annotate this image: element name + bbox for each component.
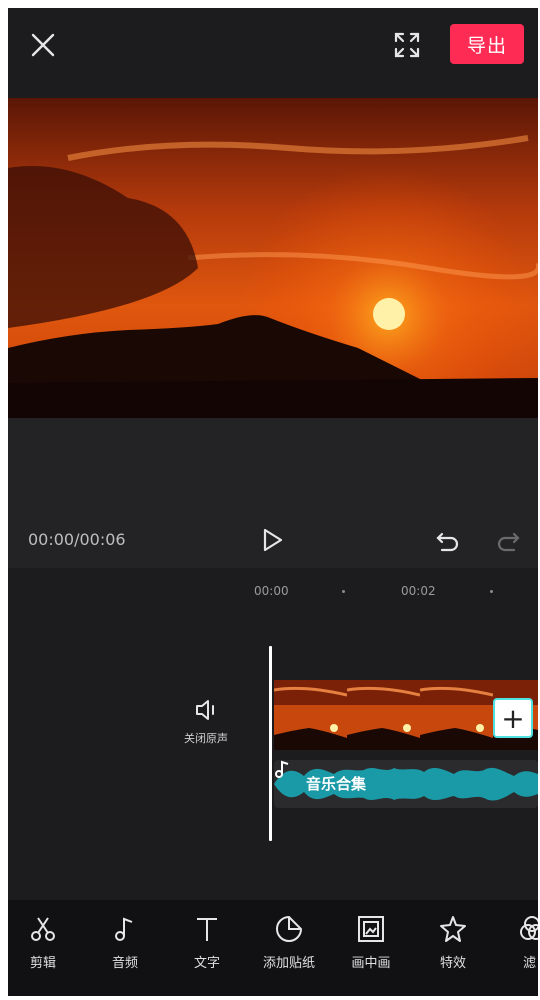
tool-filter[interactable]: 滤	[500, 914, 538, 971]
redo-icon	[494, 526, 522, 554]
tool-label: 画中画	[351, 956, 391, 971]
filter-icon	[520, 916, 538, 940]
tool-effects[interactable]: 特效	[418, 914, 488, 971]
ruler-label: 00:00	[254, 584, 289, 598]
playhead[interactable]	[269, 646, 272, 841]
tool-label: 特效	[439, 956, 466, 971]
tool-audio[interactable]: 音频	[90, 914, 160, 971]
audio-track-label: 音乐合集	[306, 775, 367, 793]
sticker-icon	[276, 915, 303, 942]
music-note-icon	[115, 917, 133, 941]
picture-in-picture-icon	[358, 916, 384, 942]
fullscreen-icon[interactable]	[392, 30, 422, 60]
tool-text[interactable]: 文字	[172, 914, 242, 971]
ruler-label: 00:02	[401, 584, 436, 598]
ruler-dot	[490, 590, 493, 593]
tool-label: 文字	[193, 956, 220, 971]
tool-label: 添加贴纸	[262, 956, 315, 971]
tool-label: 音频	[111, 956, 138, 971]
top-bar: 导出	[8, 8, 538, 98]
close-icon[interactable]	[28, 30, 58, 60]
video-frame-thumbnail	[347, 680, 420, 750]
video-frame-thumbnail	[274, 680, 347, 750]
bottom-toolbar: 剪辑 音频 文字 添加贴纸 画中画 特效 滤	[8, 900, 538, 996]
mute-original-audio-button[interactable]: 关闭原声	[176, 696, 236, 746]
text-icon	[197, 918, 217, 941]
tool-label: 剪辑	[29, 956, 56, 971]
playback-time: 00:00/00:06	[28, 530, 126, 549]
tool-sticker[interactable]: 添加贴纸	[254, 914, 324, 971]
tool-picture-in-picture[interactable]: 画中画	[336, 914, 406, 971]
plus-icon[interactable]: +	[493, 698, 533, 738]
video-frame-thumbnail	[420, 680, 493, 750]
editor-screen: 导出 00:00/00:06 00:00 00:02 关闭原声 + 音乐合集 剪…	[8, 8, 538, 996]
ruler-dot	[342, 590, 345, 593]
effects-star-icon	[440, 916, 466, 942]
export-button[interactable]: 导出	[450, 24, 524, 64]
mute-label: 关闭原声	[184, 732, 228, 745]
undo-icon[interactable]	[434, 526, 462, 554]
tool-cut[interactable]: 剪辑	[8, 914, 78, 971]
tool-label: 滤	[522, 956, 536, 971]
speaker-icon	[196, 700, 214, 720]
video-preview[interactable]	[8, 98, 538, 418]
music-note-icon	[275, 760, 289, 778]
play-icon[interactable]	[258, 526, 286, 554]
scissors-icon	[31, 917, 55, 941]
audio-track[interactable]: 音乐合集	[274, 760, 538, 808]
